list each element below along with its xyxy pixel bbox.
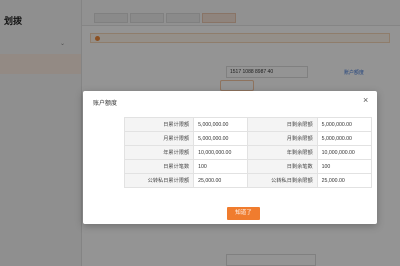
table-row: 公转私日累计限额 25,000.00 公转私日剩余限额 25,000.00 (123, 173, 373, 188)
limit-value: 100 (316, 159, 373, 174)
limit-value: 25,000.00 (316, 173, 373, 188)
limit-value: 5,000,000.00 (316, 117, 373, 132)
limit-label: 月累计限额 (123, 131, 195, 146)
limit-label: 年剩余限额 (247, 145, 318, 160)
limit-value: 100 (193, 159, 249, 174)
limit-label: 日累计笔数 (123, 159, 195, 174)
quota-table: 日累计限额 5,000,000.00 日剩余限额 5,000,000.00 月累… (123, 117, 373, 188)
limit-label: 年累计限额 (123, 145, 195, 160)
limit-value: 5,000,000.00 (193, 117, 249, 132)
limit-label: 日剩余限额 (247, 117, 318, 132)
limit-value: 5,000,000.00 (193, 131, 249, 146)
table-row: 年累计限额 10,000,000.00 年剩余限额 10,000,000.00 (123, 145, 373, 160)
limit-value: 10,000,000.00 (193, 145, 249, 160)
limit-value: 10,000,000.00 (316, 145, 373, 160)
limit-label: 日累计限额 (123, 117, 195, 132)
ok-button[interactable]: 知道了 (227, 207, 260, 220)
table-row: 日累计笔数 100 日剩余笔数 100 (123, 159, 373, 174)
limit-value: 25,000.00 (193, 173, 249, 188)
table-row: 月累计限额 5,000,000.00 月剩余限额 5,000,000.00 (123, 131, 373, 146)
table-row: 日累计限额 5,000,000.00 日剩余限额 5,000,000.00 (123, 117, 373, 132)
limit-label: 日剩余笔数 (247, 159, 318, 174)
close-icon[interactable]: × (363, 95, 368, 105)
modal-title: 账户额度 (93, 101, 118, 107)
account-quota-modal: 账户额度 × 日累计限额 5,000,000.00 日剩余限额 5,000,00… (83, 91, 377, 224)
limit-value: 5,000,000.00 (316, 131, 373, 146)
limit-label: 公转私日剩余限额 (247, 173, 318, 188)
limit-label: 月剩余限额 (247, 131, 318, 146)
limit-label: 公转私日累计限额 (123, 173, 195, 188)
